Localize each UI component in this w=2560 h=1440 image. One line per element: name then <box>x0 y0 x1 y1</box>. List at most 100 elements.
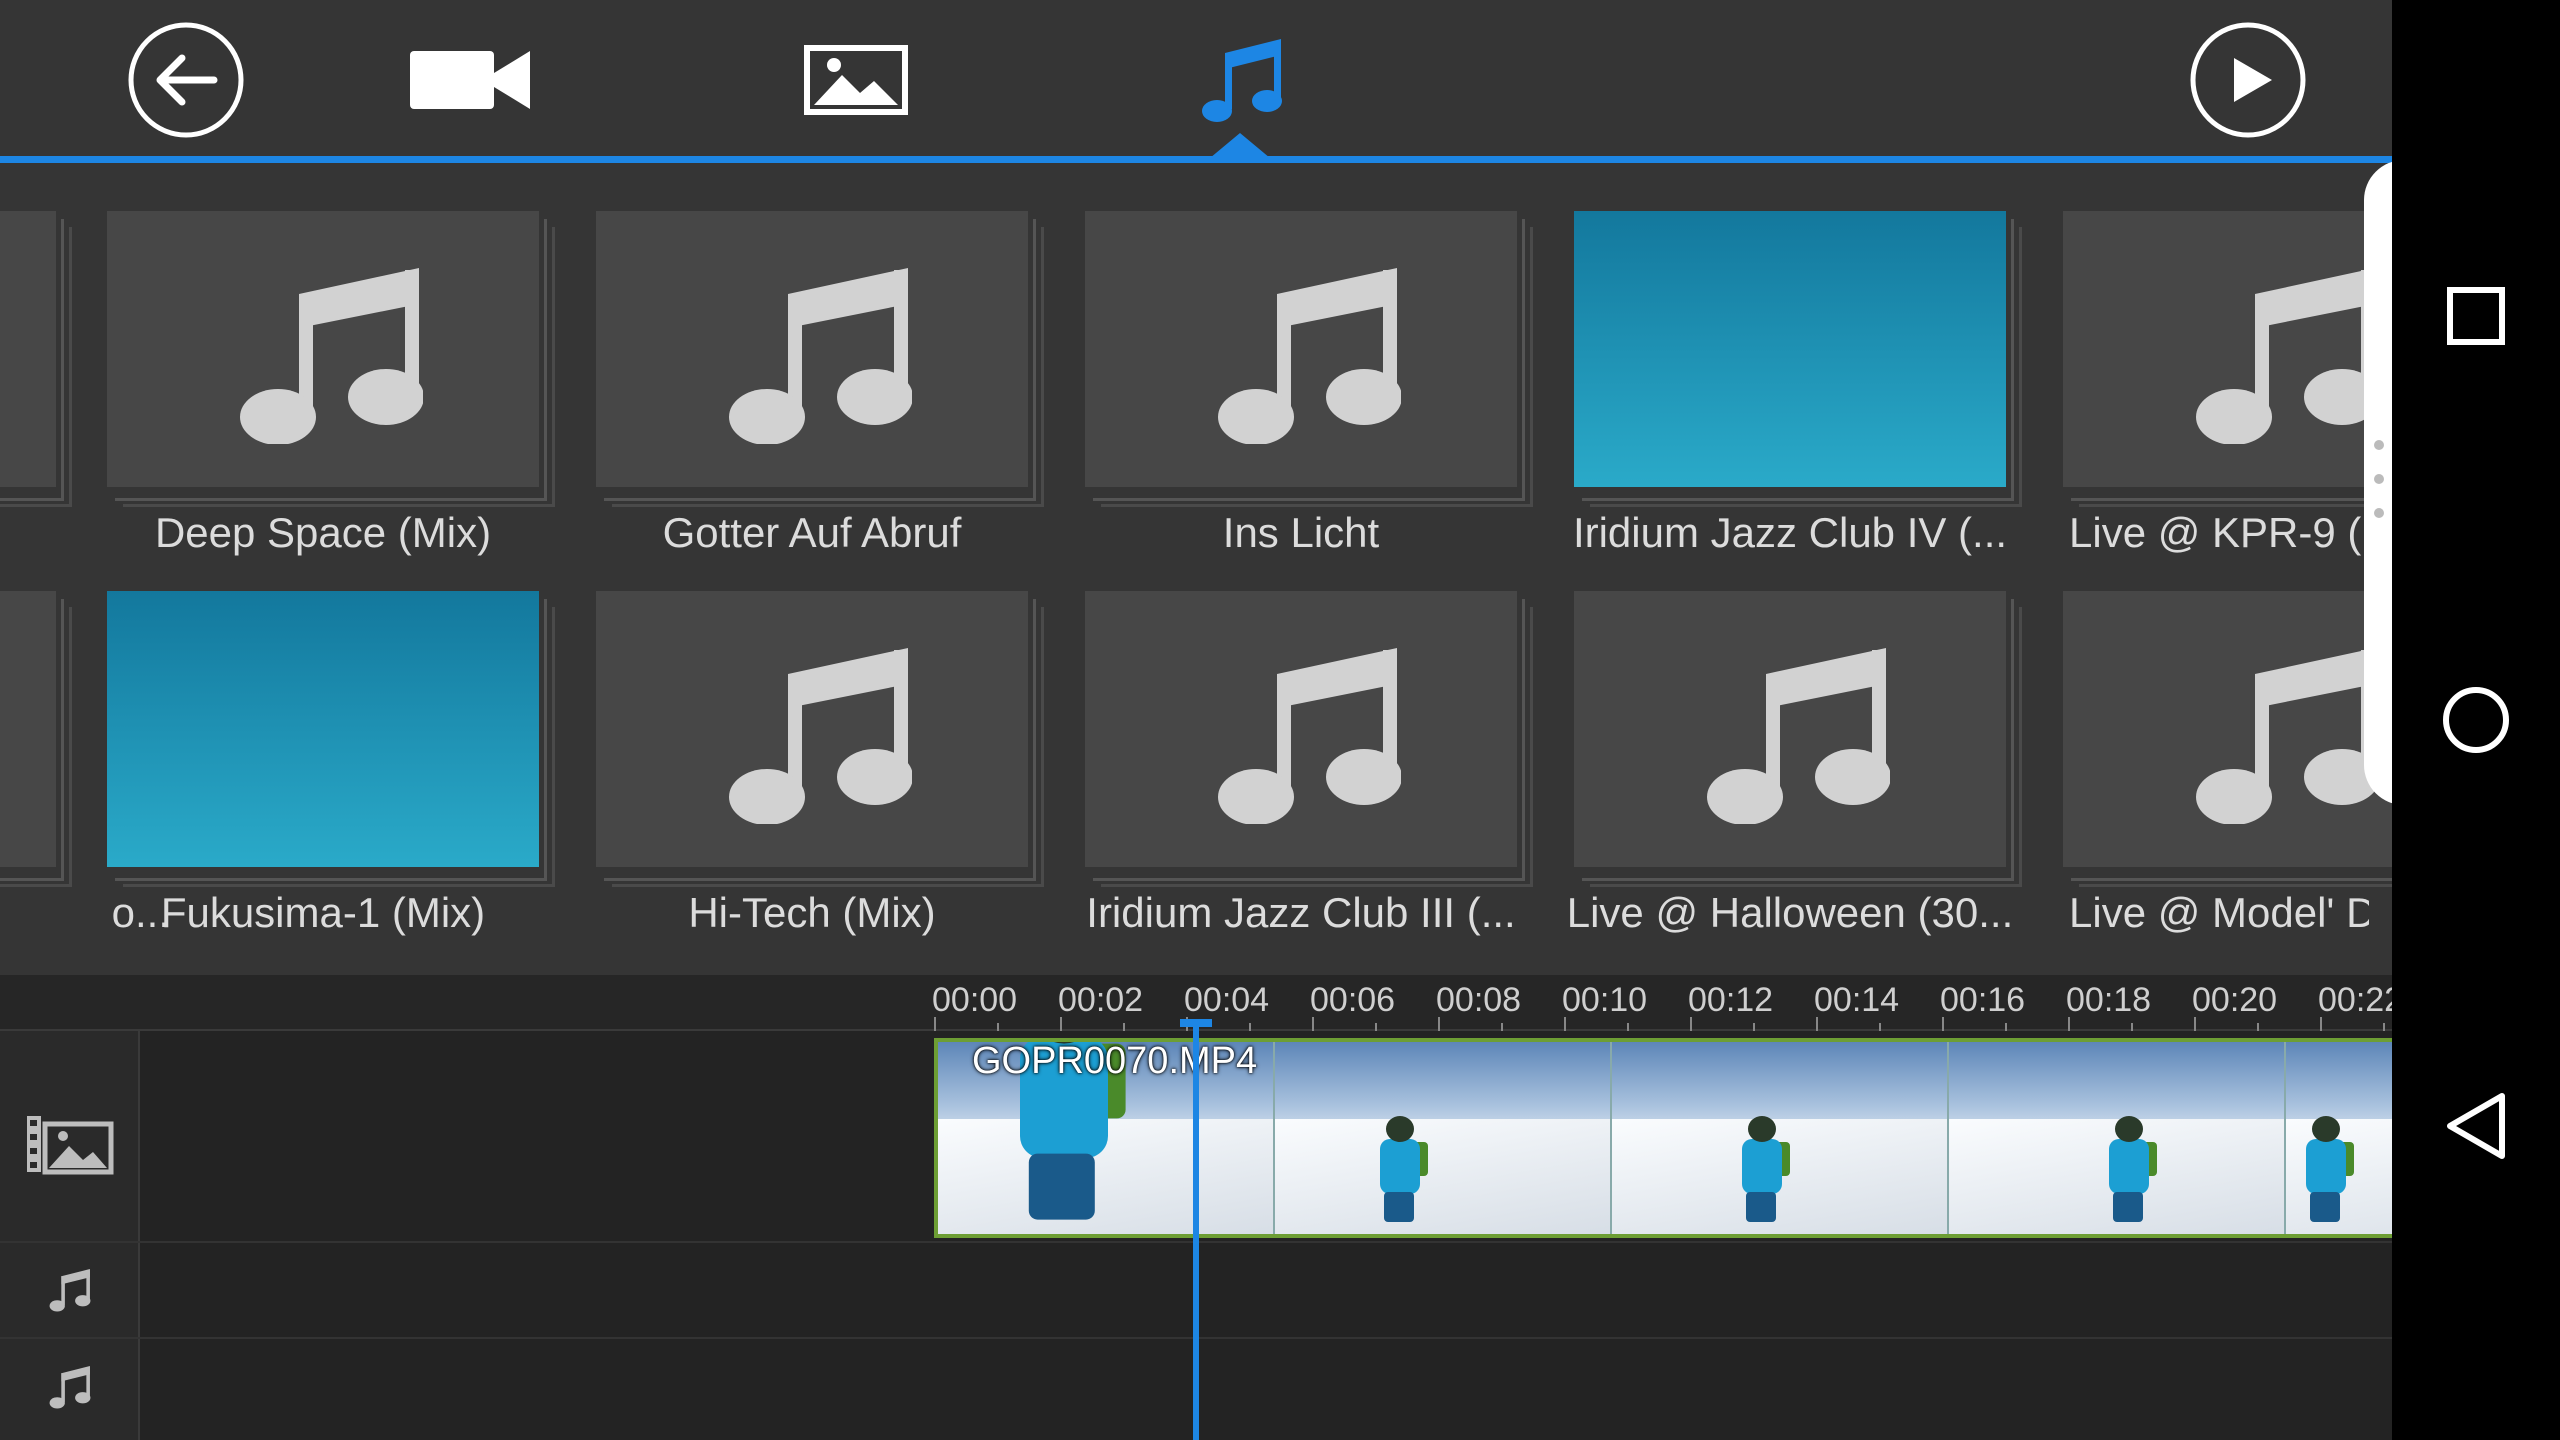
back-nav-button[interactable] <box>2392 1056 2560 1196</box>
music-note-icon <box>240 268 423 444</box>
music-placeholder <box>1574 591 2006 867</box>
clip-frame-thumbnail <box>1275 1042 1612 1234</box>
play-circle-icon <box>2190 22 2306 138</box>
system-nav-bar <box>2392 0 2560 1440</box>
video-camera-icon <box>410 51 530 109</box>
music-tile[interactable] <box>0 591 72 887</box>
ruler-tick-label: 00:18 <box>2066 981 2152 1019</box>
ruler-tick <box>1060 1017 1062 1031</box>
music-placeholder <box>596 591 1028 867</box>
ruler-tick <box>1312 1017 1314 1031</box>
ruler-tick <box>1438 1017 1440 1031</box>
ruler-tick-label: 00:04 <box>1184 981 1270 1019</box>
music-tile-label: Gotter Auf Abruf <box>662 509 962 556</box>
ruler-tick <box>1375 1023 1377 1031</box>
music-placeholder <box>1085 211 1517 487</box>
music-placeholder <box>1085 591 1517 867</box>
square-recents-icon <box>2447 287 2505 345</box>
music-tile[interactable] <box>1085 591 1533 887</box>
side-drawer-handle[interactable] <box>2364 160 2392 805</box>
clip-frame-thumbnail <box>2286 1042 2392 1234</box>
music-tile-label: Live @ Model' Dly <box>2069 889 2369 936</box>
music-tile[interactable] <box>107 591 555 887</box>
ruler-tick <box>1753 1023 1755 1031</box>
ruler-tick <box>2257 1023 2259 1031</box>
photo-video-track-icon[interactable] <box>0 1075 140 1215</box>
tab-video[interactable] <box>408 18 532 142</box>
music-tile[interactable] <box>107 211 555 507</box>
music-picker-screen: Deep Space (Mix) Gotter Auf Abruf Ins Lich… <box>0 0 2392 1440</box>
music-tile-label: Iridium Jazz Club IV (... <box>1572 509 2008 556</box>
ruler-tick-label: 00:14 <box>1814 981 1900 1019</box>
music-note-icon <box>2196 268 2379 444</box>
music-tile-label: Deep Space (Mix) <box>154 509 492 556</box>
ruler-tick <box>1501 1023 1503 1031</box>
ruler-tick-label: 00:20 <box>2192 981 2278 1019</box>
music-tile-label: Hi-Tech (Mix) <box>688 889 936 936</box>
back-button[interactable] <box>124 18 248 142</box>
music-note-icon <box>2196 648 2379 824</box>
ruler-tick-label: 00:00 <box>932 981 1018 1019</box>
ruler-tick <box>1249 1023 1251 1031</box>
music-note-icon <box>1218 648 1401 824</box>
ruler-tick <box>1564 1017 1566 1031</box>
music-placeholder <box>596 211 1028 487</box>
music-placeholder <box>0 211 56 487</box>
ruler-tick <box>934 1017 936 1031</box>
music-tile[interactable] <box>2063 211 2392 507</box>
ruler-tick <box>1942 1017 1944 1031</box>
ruler-tick-label: 00:10 <box>1562 981 1648 1019</box>
music-tile-label: Live @ KPR-9 (1 <box>2069 509 2369 556</box>
music-tile[interactable] <box>596 211 1044 507</box>
ruler-tick <box>2005 1023 2007 1031</box>
triangle-back-icon <box>2447 1093 2505 1159</box>
ruler-tick <box>2320 1017 2322 1031</box>
music-placeholder <box>0 591 56 867</box>
top-toolbar <box>0 0 2392 163</box>
ruler-tick <box>2383 1023 2385 1031</box>
music-tile[interactable] <box>1574 211 2022 507</box>
image-icon <box>804 45 908 115</box>
tab-image[interactable] <box>794 18 918 142</box>
ruler-tick <box>1690 1017 1692 1031</box>
music-note-icon <box>1707 648 1890 824</box>
clip-frame-thumbnail <box>1612 1042 1949 1234</box>
music-placeholder <box>2063 211 2392 487</box>
music-tile[interactable] <box>596 591 1044 887</box>
music-note-icon <box>1202 39 1282 122</box>
ruler-tick <box>997 1023 999 1031</box>
music-tile[interactable] <box>0 211 72 507</box>
ruler-tick-label: 00:02 <box>1058 981 1144 1019</box>
ruler-tick <box>1627 1023 1629 1031</box>
music-track-icon[interactable] <box>0 1339 140 1435</box>
tab-music[interactable] <box>1180 18 1304 142</box>
ruler-tick <box>1123 1023 1125 1031</box>
home-button[interactable] <box>2392 650 2560 790</box>
arrow-left-circle-icon <box>128 22 244 138</box>
timeline-panel: 00:00 00:02 00:04 00:06 00:08 00:10 00:12 00:14… <box>0 975 2392 1440</box>
circle-home-icon <box>2443 687 2509 753</box>
clip-name: GOPR0070.MP4 <box>972 1040 1258 1082</box>
playhead[interactable] <box>1193 1023 1199 1440</box>
clip-frame-thumbnail <box>1949 1042 2286 1234</box>
music-track-icon[interactable] <box>0 1243 140 1337</box>
music-tile[interactable] <box>2063 591 2392 887</box>
music-tile-label: Iridium Jazz Club III (... <box>1086 889 1516 936</box>
recents-button[interactable] <box>2392 246 2560 386</box>
ruler-tick-label: 00:08 <box>1436 981 1522 1019</box>
ruler-tick-label: 00:12 <box>1688 981 1774 1019</box>
music-tile-label: Live @ Halloween (30... <box>1566 889 2014 936</box>
ruler-tick <box>1879 1023 1881 1031</box>
ruler-tick <box>2068 1017 2070 1031</box>
music-note-icon <box>729 268 912 444</box>
music-note-icon <box>1218 268 1401 444</box>
music-placeholder <box>107 211 539 487</box>
music-tile[interactable] <box>1085 211 1533 507</box>
ruler-tick <box>2194 1017 2196 1031</box>
music-tile[interactable] <box>1574 591 2022 887</box>
play-button[interactable] <box>2186 18 2310 142</box>
album-thumbnail <box>107 591 539 867</box>
active-tab-indicator <box>1210 133 1270 158</box>
music-tile-label: Fukusima-1 (Mix) <box>160 889 486 936</box>
toolbar-divider <box>0 156 2392 163</box>
